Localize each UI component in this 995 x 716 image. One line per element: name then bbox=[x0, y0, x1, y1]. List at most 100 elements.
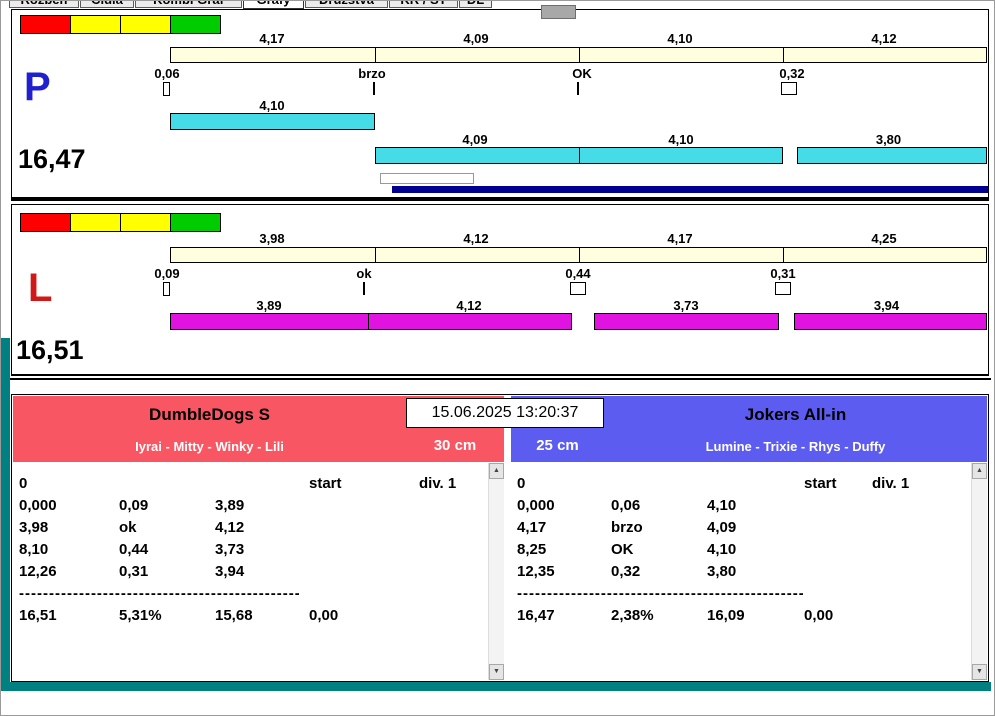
scroll-up-button[interactable]: ▲ bbox=[489, 463, 504, 479]
cell: 3,73 bbox=[215, 541, 245, 558]
separator-row: ----------------------------------------… bbox=[511, 583, 987, 605]
table-row: 0 start div. 1 bbox=[511, 473, 987, 495]
tab-cidla[interactable]: Cidla bbox=[80, 1, 134, 8]
scroll-down-button[interactable]: ▼ bbox=[972, 664, 987, 680]
table-row: 0,000 0,06 4,10 bbox=[511, 495, 987, 517]
tab-label: Grafy bbox=[244, 1, 303, 8]
crossing-split-label: 4,25 bbox=[871, 231, 897, 246]
start-marker bbox=[163, 82, 170, 96]
table-scrollbar[interactable]: ▲ ▼ bbox=[971, 463, 987, 680]
yellow-light-indicator bbox=[71, 214, 121, 231]
bar-divider bbox=[579, 148, 580, 163]
lane-l-leg-bar-3 bbox=[594, 313, 779, 330]
leg-time-label: 4,12 bbox=[456, 298, 482, 313]
lane-p-leg-bar-4 bbox=[797, 147, 987, 164]
tab-bar: Rozbeh Cidla Kombi Graf Grafy Družstva K… bbox=[1, 1, 994, 9]
scroll-down-button[interactable]: ▼ bbox=[489, 664, 504, 680]
lane-p-leg-bar-2-3 bbox=[375, 147, 783, 164]
cell: 12,26 bbox=[19, 563, 57, 580]
scroll-down-icon: ▼ bbox=[493, 668, 500, 675]
table-row: 0,000 0,09 3,89 bbox=[13, 495, 504, 517]
change-tick-marker bbox=[577, 82, 579, 95]
tab-grafy[interactable]: Grafy bbox=[243, 1, 304, 9]
cell: 0 bbox=[517, 475, 526, 492]
change-status-label: ok bbox=[356, 266, 372, 281]
cell: div. 1 bbox=[872, 475, 910, 492]
cell: 12,35 bbox=[517, 563, 555, 580]
cell: 0,00 bbox=[804, 607, 834, 624]
split-scale-bar bbox=[170, 247, 987, 263]
cell: 16,09 bbox=[707, 607, 745, 624]
cell: 5,31% bbox=[119, 607, 162, 624]
cell: 0,31 bbox=[119, 563, 149, 580]
table-row: 8,25 OK 4,10 bbox=[511, 539, 987, 561]
lane-l-letter: L bbox=[28, 266, 53, 310]
table-row: 12,35 0,32 3,80 bbox=[511, 561, 987, 583]
separator-row: ----------------------------------------… bbox=[13, 583, 504, 605]
cell: 0,44 bbox=[119, 541, 149, 558]
table-row: 3,98 ok 4,12 bbox=[13, 517, 504, 539]
tab-label: Rozbeh bbox=[10, 1, 78, 7]
tab-kr-st[interactable]: KR / ST bbox=[389, 1, 458, 8]
tab-rozbeh[interactable]: Rozbeh bbox=[9, 1, 79, 8]
cell: 16,47 bbox=[517, 607, 555, 624]
cell: 15,68 bbox=[215, 607, 253, 624]
tab-strip-scroll-thumb[interactable] bbox=[541, 5, 576, 19]
tab-label: DL bbox=[460, 1, 491, 7]
cell: 16,51 bbox=[19, 607, 57, 624]
lane-p-panel: 4,17 4,09 4,10 4,12 0,06 brzo OK 0,32 P … bbox=[11, 9, 989, 201]
totals-row: 16,47 2,38% 16,09 0,00 bbox=[511, 605, 987, 627]
change-checkbox[interactable] bbox=[570, 282, 586, 295]
tab-kombi-graf[interactable]: Kombi Graf bbox=[135, 1, 242, 8]
tab-label: Cidla bbox=[81, 1, 133, 7]
scroll-up-button[interactable]: ▲ bbox=[972, 463, 987, 479]
change-status-label: 0,32 bbox=[779, 66, 805, 81]
cell: 2,38% bbox=[611, 607, 654, 624]
tab-druzstva[interactable]: Družstva bbox=[305, 1, 388, 8]
cell: 3,89 bbox=[215, 497, 245, 514]
table-scrollbar[interactable]: ▲ ▼ bbox=[488, 463, 504, 680]
change-status-label: 0,31 bbox=[770, 266, 796, 281]
lane-l-panel: 3,98 4,12 4,17 4,25 0,09 ok 0,44 0,31 L … bbox=[11, 204, 989, 376]
cell: 0,000 bbox=[19, 497, 57, 514]
lane-p-total-time: 16,47 bbox=[18, 144, 86, 174]
cell: OK bbox=[611, 541, 634, 558]
cell: start bbox=[804, 475, 837, 492]
lane-l-leg-bar-4 bbox=[794, 313, 987, 330]
table-row: 4,17 brzo 4,09 bbox=[511, 517, 987, 539]
leg-time-label: 4,10 bbox=[259, 98, 285, 113]
cell: 4,10 bbox=[707, 541, 737, 558]
results-section: DumbleDogs S Iyrai - Mitty - Winky - Lil… bbox=[11, 394, 989, 682]
crossing-split-label: 4,09 bbox=[463, 31, 489, 46]
team-right-results-table: 0 start div. 1 0,000 0,06 4,10 4,17 brzo… bbox=[511, 463, 987, 680]
change-checkbox[interactable] bbox=[781, 82, 797, 95]
scroll-up-icon: ▲ bbox=[976, 467, 983, 474]
scale-divider bbox=[783, 248, 784, 262]
tab-dl[interactable]: DL bbox=[459, 1, 492, 8]
change-checkbox[interactable] bbox=[775, 282, 791, 295]
cell: 0,06 bbox=[611, 497, 641, 514]
scale-divider bbox=[579, 248, 580, 262]
team-left-dogs: Iyrai - Mitty - Winky - Lili bbox=[135, 439, 284, 454]
team-left-results-table: 0 start div. 1 0,000 0,09 3,89 3,98 ok 4… bbox=[13, 463, 504, 680]
cell: 8,10 bbox=[19, 541, 49, 558]
cell: ok bbox=[119, 519, 137, 536]
crossing-split-label: 4,17 bbox=[259, 31, 285, 46]
team-right-jump-height: 25 cm bbox=[536, 437, 579, 454]
crossing-split-label: 4,12 bbox=[463, 231, 489, 246]
table-row: 0 start div. 1 bbox=[13, 473, 504, 495]
red-light-indicator bbox=[21, 16, 71, 33]
leg-time-label: 3,89 bbox=[256, 298, 282, 313]
leg-time-label: 3,80 bbox=[875, 132, 902, 147]
yellow-light-indicator-2 bbox=[121, 214, 171, 231]
section-separator-line bbox=[1, 378, 991, 380]
cell: brzo bbox=[611, 519, 643, 536]
cell: 0,00 bbox=[309, 607, 339, 624]
bar-divider bbox=[368, 314, 369, 329]
cell: 8,25 bbox=[517, 541, 547, 558]
change-status-label: brzo bbox=[358, 66, 386, 81]
timestamp: 15.06.2025 13:20:37 bbox=[406, 398, 604, 428]
leg-time-label: 3,94 bbox=[873, 298, 900, 313]
window-frame-strip-left bbox=[1, 338, 10, 691]
leg-time-label: 3,73 bbox=[673, 298, 699, 313]
